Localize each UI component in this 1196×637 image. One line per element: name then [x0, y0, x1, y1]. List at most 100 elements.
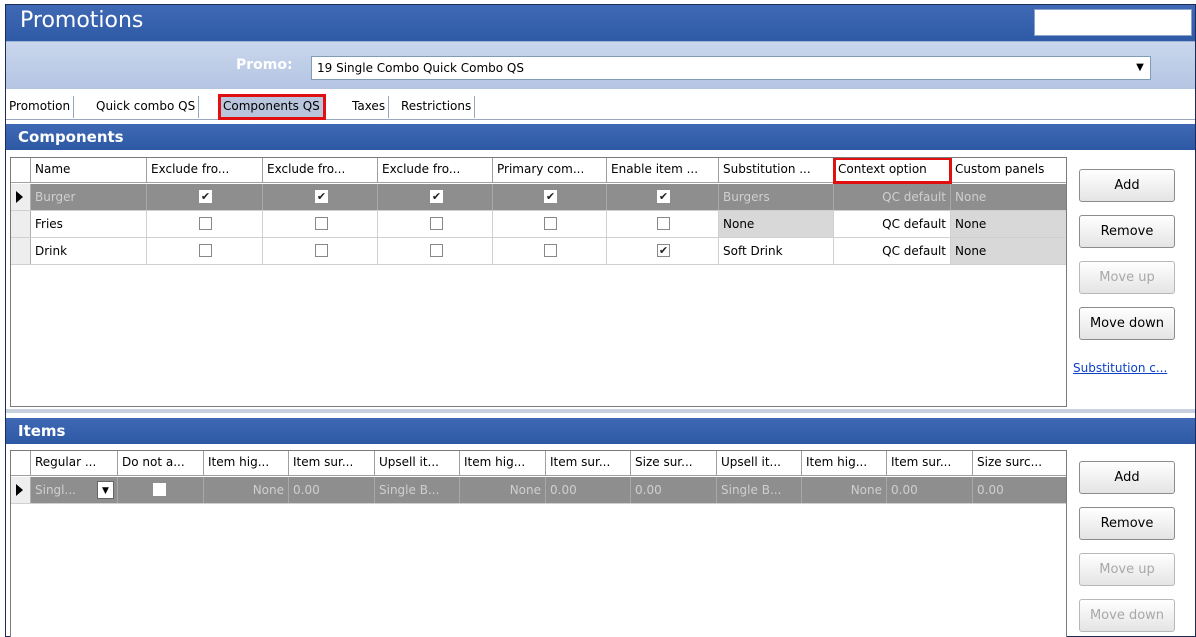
tab-components-qs[interactable]: Components QS	[218, 94, 326, 120]
chevron-down-icon[interactable]: ▼	[1130, 57, 1150, 79]
col-custom-panels[interactable]: Custom panels	[951, 158, 1066, 183]
checkbox[interactable]	[657, 217, 670, 230]
cell-item-surcharge-3[interactable]: 0.00	[887, 477, 973, 503]
components-add-button[interactable]: Add	[1079, 169, 1175, 202]
cell-size-surcharge-1[interactable]: 0.00	[631, 477, 717, 503]
cell-custom-panels[interactable]: None	[951, 211, 1066, 237]
col-exclude-1[interactable]: Exclude fro...	[147, 158, 263, 183]
substitution-link[interactable]: Substitution c...	[1073, 361, 1167, 375]
cell-upsell-item-2[interactable]: Single B...	[717, 477, 802, 503]
cell-item-surcharge-1[interactable]: 0.00	[289, 477, 375, 503]
col-item-highlight-3[interactable]: Item hig...	[802, 451, 887, 476]
row-header[interactable]	[11, 238, 31, 264]
promo-select[interactable]: 19 Single Combo Quick Combo QS ▼	[311, 56, 1151, 80]
items-remove-button[interactable]: Remove	[1079, 507, 1175, 540]
cell-primary[interactable]	[493, 211, 607, 237]
cell-item-highlight-1[interactable]: None	[204, 477, 289, 503]
col-upsell-item-2[interactable]: Upsell it...	[717, 451, 802, 476]
cell-substitution[interactable]: Burgers	[719, 184, 834, 210]
checkbox[interactable]: ✔	[199, 190, 212, 203]
cell-exclude-2[interactable]: ✔	[263, 184, 378, 210]
col-item-surcharge-1[interactable]: Item sur...	[289, 451, 375, 476]
checkbox[interactable]: ✔	[544, 190, 557, 203]
col-substitution[interactable]: Substitution ...	[719, 158, 834, 183]
cell-substitution[interactable]: Soft Drink	[719, 238, 834, 264]
checkbox[interactable]	[315, 244, 328, 257]
cell-custom-panels[interactable]: None	[951, 184, 1066, 210]
cell-exclude-1[interactable]	[147, 211, 263, 237]
cell-context-option[interactable]: QC default	[834, 211, 951, 237]
col-upsell-item-1[interactable]: Upsell it...	[375, 451, 460, 476]
col-size-surcharge-2[interactable]: Size surc...	[973, 451, 1066, 476]
cell-name[interactable]: Fries	[31, 211, 147, 237]
col-primary-component[interactable]: Primary com...	[493, 158, 607, 183]
cell-enable-item[interactable]: ✔	[607, 184, 719, 210]
cell-exclude-2[interactable]	[263, 238, 378, 264]
tab-promotion[interactable]: Promotion	[6, 96, 75, 118]
table-row[interactable]: Fries None QC default None	[11, 211, 1066, 238]
table-row[interactable]: Burger ✔ ✔ ✔ ✔ ✔ Burgers QC default None	[11, 184, 1066, 211]
cell-item-highlight-2[interactable]: None	[460, 477, 546, 503]
checkbox[interactable]	[199, 217, 212, 230]
cell-item-highlight-3[interactable]: None	[802, 477, 887, 503]
row-header[interactable]	[11, 211, 31, 237]
row-header[interactable]	[11, 184, 31, 210]
pane-splitter[interactable]	[6, 409, 1195, 413]
checkbox[interactable]: ✔	[657, 244, 670, 257]
col-item-highlight-1[interactable]: Item hig...	[204, 451, 289, 476]
items-add-button[interactable]: Add	[1079, 461, 1175, 494]
checkbox[interactable]: ✔	[430, 190, 443, 203]
col-exclude-3[interactable]: Exclude fro...	[378, 158, 493, 183]
col-enable-item[interactable]: Enable item ...	[607, 158, 719, 183]
cell-size-surcharge-2[interactable]: 0.00	[973, 477, 1066, 503]
cell-upsell-item-1[interactable]: Single B...	[375, 477, 460, 503]
checkbox[interactable]	[315, 217, 328, 230]
cell-do-not-a[interactable]	[118, 477, 204, 503]
checkbox[interactable]	[430, 217, 443, 230]
table-row[interactable]: Singl... ▼ None 0.00 Single B... None 0.…	[11, 477, 1066, 504]
cell-name[interactable]: Drink	[31, 238, 147, 264]
tab-restrictions[interactable]: Restrictions	[398, 96, 476, 118]
row-header[interactable]	[11, 477, 31, 503]
cell-exclude-3[interactable]: ✔	[378, 184, 493, 210]
table-row[interactable]: Drink ✔ Soft Drink QC default None	[11, 238, 1066, 265]
cell-item-surcharge-2[interactable]: 0.00	[546, 477, 631, 503]
checkbox[interactable]	[544, 217, 557, 230]
title-search-box[interactable]	[1034, 9, 1192, 36]
checkbox[interactable]	[199, 244, 212, 257]
checkbox[interactable]	[153, 483, 166, 496]
col-item-highlight-2[interactable]: Item hig...	[460, 451, 546, 476]
cell-exclude-2[interactable]	[263, 211, 378, 237]
col-item-surcharge-3[interactable]: Item sur...	[887, 451, 973, 476]
cell-substitution[interactable]: None	[719, 211, 834, 237]
components-remove-button[interactable]: Remove	[1079, 215, 1175, 248]
cell-primary[interactable]: ✔	[493, 184, 607, 210]
cell-context-option[interactable]: QC default	[834, 238, 951, 264]
cell-enable-item[interactable]	[607, 211, 719, 237]
col-name[interactable]: Name	[31, 158, 147, 183]
components-move-up-button[interactable]: Move up	[1079, 261, 1175, 294]
checkbox[interactable]: ✔	[315, 190, 328, 203]
cell-exclude-1[interactable]: ✔	[147, 184, 263, 210]
cell-regular[interactable]: Singl... ▼	[31, 477, 118, 503]
cell-exclude-1[interactable]	[147, 238, 263, 264]
checkbox[interactable]	[430, 244, 443, 257]
cell-primary[interactable]	[493, 238, 607, 264]
col-regular[interactable]: Regular ...	[31, 451, 118, 476]
items-move-up-button[interactable]: Move up	[1079, 553, 1175, 586]
col-item-surcharge-2[interactable]: Item sur...	[546, 451, 631, 476]
cell-enable-item[interactable]: ✔	[607, 238, 719, 264]
col-size-surcharge-1[interactable]: Size sur...	[631, 451, 717, 476]
checkbox[interactable]	[544, 244, 557, 257]
chevron-down-icon[interactable]: ▼	[97, 481, 114, 499]
col-context-option[interactable]: Context option	[833, 158, 952, 184]
items-move-down-button[interactable]: Move down	[1079, 599, 1175, 632]
col-do-not-a[interactable]: Do not a...	[118, 451, 204, 476]
checkbox[interactable]: ✔	[657, 190, 670, 203]
cell-name[interactable]: Burger	[31, 184, 147, 210]
cell-custom-panels[interactable]: None	[951, 238, 1066, 264]
tab-quick-combo-qs[interactable]: Quick combo QS	[93, 96, 200, 118]
components-move-down-button[interactable]: Move down	[1079, 307, 1175, 340]
tab-taxes[interactable]: Taxes	[349, 96, 390, 118]
col-exclude-2[interactable]: Exclude fro...	[263, 158, 378, 183]
